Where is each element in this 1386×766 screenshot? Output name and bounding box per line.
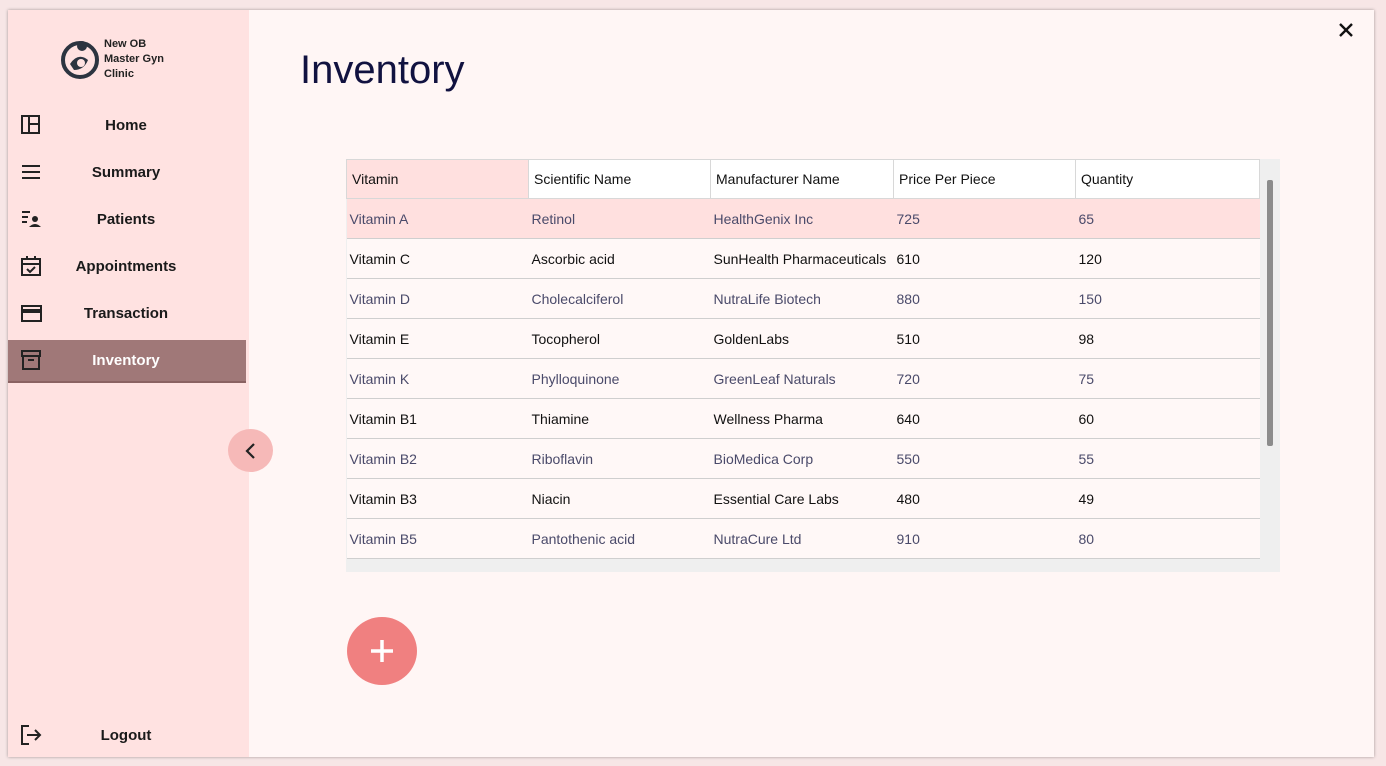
sidebar-item-inventory[interactable]: Inventory [8, 340, 246, 383]
table-cell: Vitamin A [346, 198, 529, 239]
table-cell: GoldenLabs [710, 318, 894, 359]
plus-icon [371, 640, 393, 662]
inventory-table-container: Vitamin Scientific Name Manufacturer Nam… [346, 159, 1280, 572]
table-row[interactable]: Vitamin B2 Riboflavin BioMedica Corp 550… [346, 438, 1260, 479]
close-icon [1339, 23, 1353, 37]
table-cell: Vitamin C [346, 238, 529, 279]
table-cell: Cholecalciferol [528, 278, 711, 319]
table-cell: 120 [1075, 238, 1260, 279]
table-cell: SunHealth Pharmaceuticals [710, 238, 894, 279]
table-cell: Phylloquinone [528, 358, 711, 399]
column-header-scientific-name[interactable]: Scientific Name [528, 159, 711, 199]
sidebar-item-transaction[interactable]: Transaction [8, 293, 246, 334]
table-cell: Wellness Pharma [710, 398, 894, 439]
clinic-name-line: New OB [104, 38, 147, 50]
chevron-left-icon [244, 442, 255, 459]
table-cell: 49 [1075, 478, 1260, 519]
sidebar-item-label: Patients [96, 211, 156, 228]
table-cell: 480 [893, 478, 1076, 519]
table-cell: 910 [893, 518, 1076, 559]
table-scrollbar[interactable] [1267, 180, 1273, 446]
table-cell: 640 [893, 398, 1076, 439]
table-cell: Vitamin K [346, 358, 529, 399]
sidebar-item-patients[interactable]: Patients [8, 199, 246, 240]
table-cell: 65 [1075, 198, 1260, 239]
clinic-logo-icon [61, 41, 99, 79]
table-cell: NutraLife Biotech [710, 278, 894, 319]
table-cell: Niacin [528, 478, 711, 519]
table-cell: GreenLeaf Naturals [710, 358, 894, 399]
add-item-button[interactable] [347, 617, 417, 685]
sidebar-item-home[interactable]: Home [8, 105, 246, 146]
table-cell: NutraCure Ltd [710, 518, 894, 559]
table-cell: 880 [893, 278, 1076, 319]
table-cell: Vitamin B5 [346, 518, 529, 559]
table-cell: Tocopherol [528, 318, 711, 359]
table-cell: Retinol [528, 198, 711, 239]
table-cell: 550 [893, 438, 1076, 479]
table-cell: 55 [1075, 438, 1260, 479]
table-cell: 98 [1075, 318, 1260, 359]
table-cell: 725 [893, 198, 1076, 239]
column-header-price-per-piece[interactable]: Price Per Piece [893, 159, 1076, 199]
table-cell: 75 [1075, 358, 1260, 399]
inventory-table: Vitamin Scientific Name Manufacturer Nam… [346, 159, 1260, 559]
sidebar-item-label: Home [105, 117, 147, 134]
sidebar-item-label: Inventory [92, 352, 160, 369]
table-row[interactable]: Vitamin B1 Thiamine Wellness Pharma 640 … [346, 398, 1260, 439]
table-cell: Vitamin B1 [346, 398, 529, 439]
app-window: New OB Master Gyn Clinic Home Summary Pa… [8, 10, 1374, 757]
table-row[interactable]: Vitamin A Retinol HealthGenix Inc 725 65 [346, 198, 1260, 239]
close-button[interactable] [1336, 20, 1356, 40]
column-header-quantity[interactable]: Quantity [1075, 159, 1260, 199]
sidebar-item-label: Summary [91, 164, 161, 181]
table-cell: Vitamin B2 [346, 438, 529, 479]
table-row[interactable]: Vitamin B5 Pantothenic acid NutraCure Lt… [346, 518, 1260, 559]
table-cell: 150 [1075, 278, 1260, 319]
logout-button[interactable]: Logout [8, 715, 246, 756]
table-cell: Vitamin B3 [346, 478, 529, 519]
table-cell: HealthGenix Inc [710, 198, 894, 239]
table-cell: 60 [1075, 398, 1260, 439]
column-header-vitamin[interactable]: Vitamin [346, 159, 529, 199]
table-header-row: Vitamin Scientific Name Manufacturer Nam… [346, 159, 1260, 199]
sidebar-item-appointments[interactable]: Appointments [8, 246, 246, 287]
page-title: Inventory [300, 48, 465, 92]
table-cell: Riboflavin [528, 438, 711, 479]
table-cell: 610 [893, 238, 1076, 279]
sidebar-item-label: Appointments [75, 258, 177, 275]
logout-label: Logout [100, 727, 152, 744]
table-cell: 510 [893, 318, 1076, 359]
column-header-manufacturer-name[interactable]: Manufacturer Name [710, 159, 894, 199]
table-cell: BioMedica Corp [710, 438, 894, 479]
clinic-name-line: Clinic [104, 68, 134, 80]
table-cell: Ascorbic acid [528, 238, 711, 279]
sidebar-item-label: Transaction [83, 305, 169, 322]
table-cell: 720 [893, 358, 1076, 399]
table-row[interactable]: Vitamin B3 Niacin Essential Care Labs 48… [346, 478, 1260, 519]
table-row[interactable]: Vitamin E Tocopherol GoldenLabs 510 98 [346, 318, 1260, 359]
clinic-logo: New OB Master Gyn Clinic [60, 32, 220, 84]
table-row[interactable]: Vitamin D Cholecalciferol NutraLife Biot… [346, 278, 1260, 319]
sidebar-item-summary[interactable]: Summary [8, 152, 246, 193]
clinic-name: New OB Master Gyn Clinic [104, 37, 194, 82]
collapse-sidebar-button[interactable] [228, 429, 273, 472]
table-cell: Thiamine [528, 398, 711, 439]
table-row[interactable]: Vitamin C Ascorbic acid SunHealth Pharma… [346, 238, 1260, 279]
table-cell: Essential Care Labs [710, 478, 894, 519]
table-cell: Pantothenic acid [528, 518, 711, 559]
clinic-name-line: Master Gyn [104, 53, 164, 65]
sidebar: New OB Master Gyn Clinic Home Summary Pa… [8, 10, 249, 757]
table-cell: 80 [1075, 518, 1260, 559]
table-cell: Vitamin D [346, 278, 529, 319]
table-row[interactable]: Vitamin K Phylloquinone GreenLeaf Natura… [346, 358, 1260, 399]
table-cell: Vitamin E [346, 318, 529, 359]
